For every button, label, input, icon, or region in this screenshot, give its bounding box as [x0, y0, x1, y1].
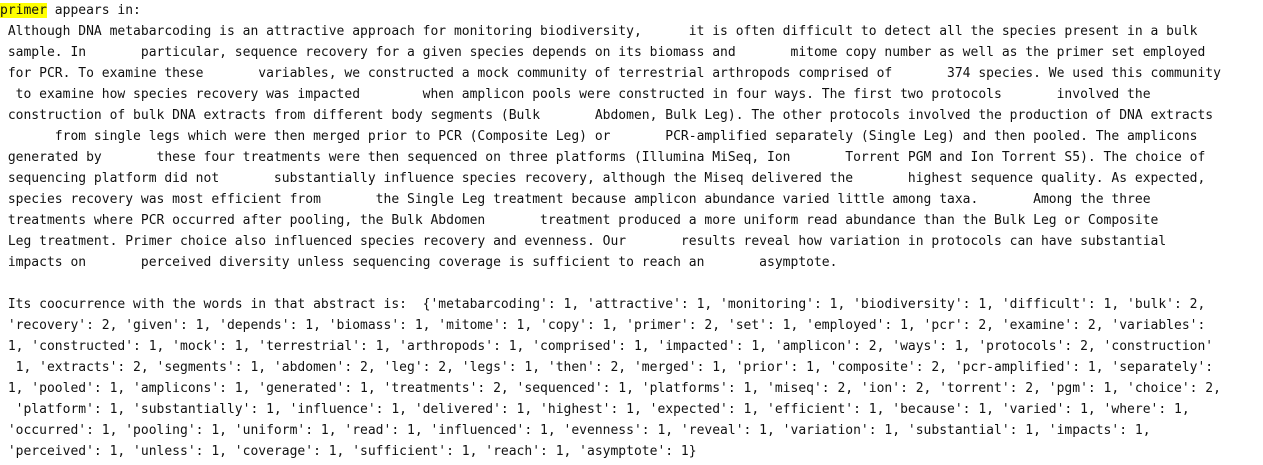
abstract-line: treatments where PCR occurred after pool… — [0, 213, 1159, 228]
abstract-line: for PCR. To examine these variables, we … — [0, 66, 1221, 81]
abstract-line: sample. In particular, sequence recovery… — [0, 45, 1206, 60]
cooccurrence-line: 'occurred': 1, 'pooling': 1, 'uniform': … — [0, 423, 1151, 438]
abstract-line: construction of bulk DNA extracts from d… — [0, 108, 1214, 123]
abstract-line: Although DNA metabarcoding is an attract… — [0, 24, 1198, 39]
header-line: primer appears in: — [0, 0, 141, 21]
cooccurrence-line: Its coocurrence with the words in that a… — [0, 297, 1206, 312]
cooccurrence-line: 1, 'constructed': 1, 'mock': 1, 'terrest… — [0, 339, 1214, 354]
document-page: primer appears in: Although DNA metabarc… — [0, 0, 1263, 465]
cooccurrence-line: 'platform': 1, 'substantially': 1, 'infl… — [0, 402, 1190, 417]
cooccurrence-line: 1, 'extracts': 2, 'segments': 1, 'abdome… — [0, 360, 1214, 375]
cooccurrence-line: 1, 'pooled': 1, 'amplicons': 1, 'generat… — [0, 381, 1221, 396]
cooccurrence-line: 'perceived': 1, 'unless': 1, 'coverage':… — [0, 444, 697, 459]
abstract-line: sequencing platform did not substantiall… — [0, 171, 1206, 186]
abstract-line: generated by these four treatments were … — [0, 150, 1206, 165]
highlighted-word: primer — [0, 3, 47, 18]
abstract-line: species recovery was most efficient from… — [0, 192, 1151, 207]
abstract-line: Leg treatment. Primer choice also influe… — [0, 234, 1167, 249]
abstract-line: impacts on perceived diversity unless se… — [0, 255, 838, 270]
header-suffix: appears in: — [46, 3, 141, 18]
cooccurrence-line: 'recovery': 2, 'given': 1, 'depends': 1,… — [0, 318, 1206, 333]
abstract-line: to examine how species recovery was impa… — [0, 87, 1151, 102]
abstract-line: from single legs which were then merged … — [0, 129, 1198, 144]
